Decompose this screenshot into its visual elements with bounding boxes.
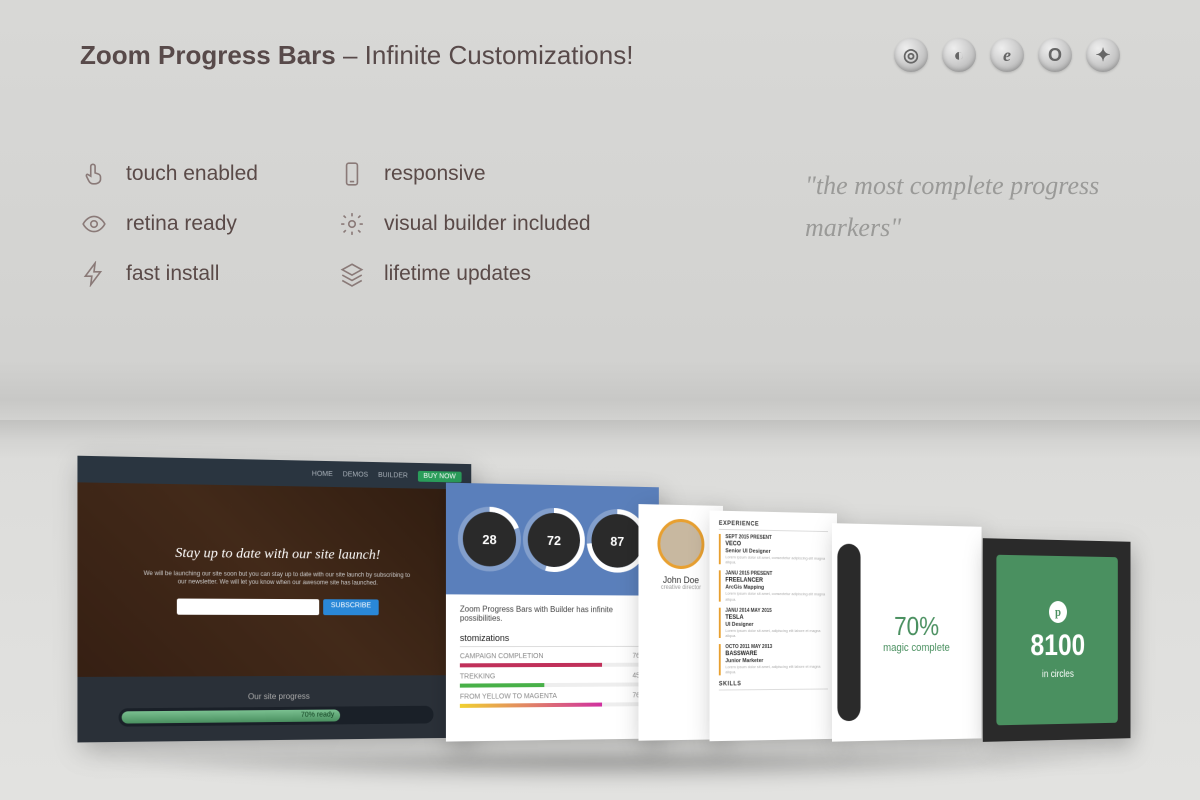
avatar	[657, 519, 704, 570]
opera-icon: O	[1038, 38, 1072, 72]
browser-icons: ◎ ◐ e O ✦	[894, 38, 1120, 72]
nav-item: HOME	[312, 470, 333, 477]
feature-list: touch enabled retina ready fast install …	[80, 160, 591, 288]
showcase-card-5: 70% magic complete	[832, 523, 982, 742]
chrome-icon: ◎	[894, 38, 928, 72]
showcase-card-4: EXPERIENCE SEPT 2015 PRESENTVECOSenior U…	[710, 510, 837, 741]
caption: Zoom Progress Bars with Builder has infi…	[460, 605, 646, 624]
card2-section: stomizations CAMPAIGN COMPLETION76% TREK…	[460, 633, 646, 708]
bar-2	[460, 682, 646, 687]
email-input	[177, 599, 319, 616]
section-title: stomizations	[460, 633, 646, 647]
feature-label: visual builder included	[384, 212, 591, 236]
stat-panel: p 8100 in circles	[996, 555, 1117, 726]
showcase-carousel: HOME DEMOS BUILDER BUY NOW Stay up to da…	[0, 440, 1200, 770]
bar-1	[460, 663, 646, 668]
card1-footer: Our site progress 70% ready	[77, 675, 471, 742]
layers-icon	[338, 260, 366, 288]
title-rest: – Infinite Customizations!	[336, 40, 634, 70]
firefox-icon: ◐	[942, 38, 976, 72]
feature-column-1: touch enabled retina ready fast install	[80, 160, 258, 288]
page-title: Zoom Progress Bars – Infinite Customizat…	[80, 40, 633, 71]
subscribe-form: SUBSCRIBE	[177, 599, 379, 616]
experience-item: SEPT 2015 PRESENTVECOSenior UI DesignerL…	[719, 534, 828, 566]
bar-3	[460, 702, 646, 708]
nav-cta: BUY NOW	[418, 470, 462, 482]
hero-title: Stay up to date with our site launch!	[175, 545, 380, 563]
phone-icon	[338, 160, 366, 188]
stat-label: in circles	[1042, 668, 1074, 679]
experience-heading: EXPERIENCE	[719, 521, 828, 532]
feature-retina: retina ready	[80, 210, 258, 238]
touch-icon	[80, 160, 108, 188]
showcase-card-1: HOME DEMOS BUILDER BUY NOW Stay up to da…	[77, 456, 471, 743]
dial-1: 28	[463, 511, 516, 566]
bolt-icon	[80, 260, 108, 288]
bar-row-1: CAMPAIGN COMPLETION76%	[460, 653, 646, 660]
experience-item: JANU 2015 PRESENTFREELANCERArcGis Mappin…	[719, 571, 828, 602]
stat-number: 8100	[1030, 628, 1085, 662]
eye-icon	[80, 210, 108, 238]
nav-item: DEMOS	[343, 471, 368, 478]
magic-label: magic complete	[883, 642, 950, 654]
gear-icon	[338, 210, 366, 238]
showcase-card-6: p 8100 in circles	[983, 538, 1131, 742]
safari-icon: ✦	[1086, 38, 1120, 72]
feature-fast: fast install	[80, 260, 258, 288]
progress-label: Our site progress	[248, 691, 310, 700]
feature-label: fast install	[126, 262, 219, 286]
feature-column-2: responsive visual builder included lifet…	[338, 160, 591, 288]
dial-2: 72	[528, 513, 580, 568]
dial-3: 87	[592, 514, 643, 568]
feature-builder: visual builder included	[338, 210, 591, 238]
phone-frame	[837, 544, 860, 722]
profile-role: creative director	[646, 585, 715, 592]
progress-bar: 70% ready	[119, 705, 434, 726]
nav-item: BUILDER	[378, 472, 408, 479]
header: Zoom Progress Bars – Infinite Customizat…	[80, 38, 1120, 72]
experience-item: OCTO 2011 MAY 2013BASSWAREJunior Markete…	[719, 644, 828, 675]
subscribe-button: SUBSCRIBE	[323, 600, 379, 616]
hero-sub: We will be launching our site soon but y…	[139, 569, 415, 588]
tagline-quote: "the most complete progress markers"	[805, 165, 1105, 248]
ie-icon: e	[990, 38, 1024, 72]
feature-responsive: responsive	[338, 160, 591, 188]
showcase-card-2: 28 72 87 Zoom Progress Bars with Builder…	[446, 483, 659, 742]
feature-label: touch enabled	[126, 162, 258, 186]
feature-updates: lifetime updates	[338, 260, 591, 288]
bar-row-2: TREKKING45%	[460, 673, 646, 681]
feature-label: retina ready	[126, 212, 237, 236]
progress-fill: 70% ready	[122, 709, 341, 723]
magic-pct: 70%	[894, 611, 939, 642]
card2-dials: 28 72 87	[446, 483, 659, 596]
card2-body: Zoom Progress Bars with Builder has infi…	[446, 594, 659, 724]
profile-name: John Doe	[646, 575, 715, 586]
feature-label: lifetime updates	[384, 262, 531, 286]
skills-heading: SKILLS	[719, 680, 828, 690]
bar-row-3: FROM YELLOW TO MAGENTA76%	[460, 692, 646, 701]
title-bold: Zoom Progress Bars	[80, 40, 336, 70]
pinterest-icon: p	[1049, 600, 1067, 622]
card1-hero: Stay up to date with our site launch! We…	[77, 482, 471, 677]
feature-label: responsive	[384, 162, 486, 186]
feature-touch: touch enabled	[80, 160, 258, 188]
experience-item: JANU 2014 MAY 2015TESLAUI DesignerLorem …	[719, 607, 828, 638]
